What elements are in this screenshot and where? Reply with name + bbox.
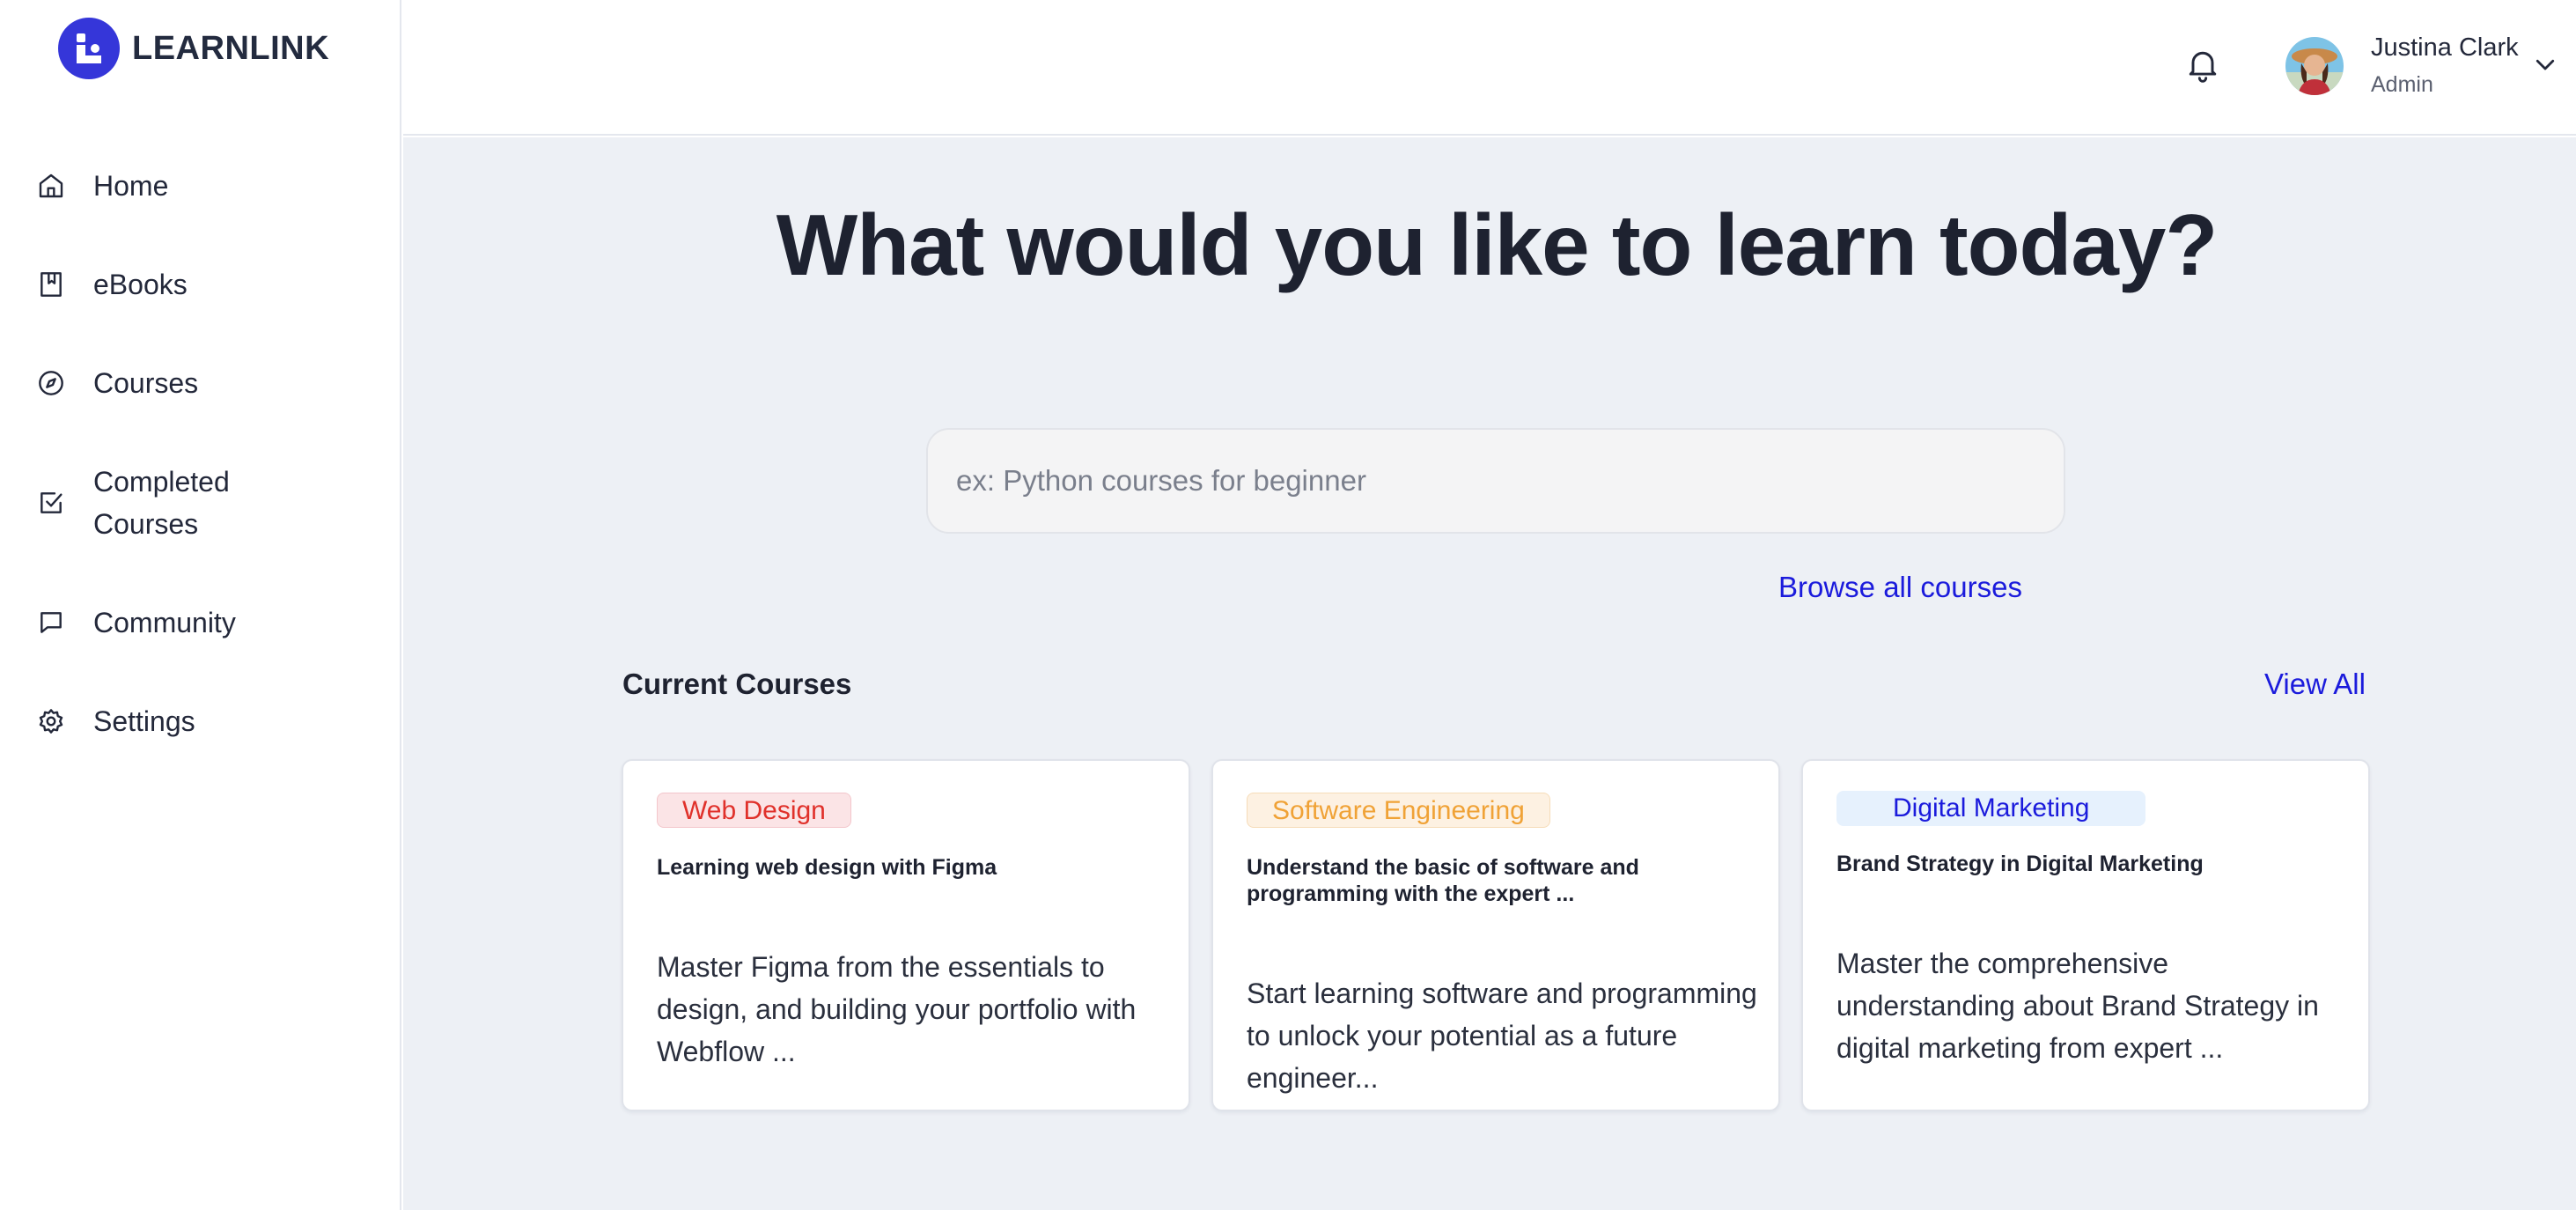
chevron-down-icon[interactable] bbox=[2532, 51, 2558, 77]
sidebar-item-label: Home bbox=[93, 170, 169, 202]
page-title: What would you like to learn today? bbox=[776, 196, 2219, 293]
sidebar-item-completed-courses[interactable]: Completed Courses bbox=[35, 461, 299, 545]
sidebar-item-home[interactable]: Home bbox=[35, 165, 387, 207]
avatar[interactable] bbox=[2285, 37, 2344, 95]
logo-icon bbox=[58, 18, 120, 79]
course-card[interactable]: Web Design Learning web design with Figm… bbox=[622, 759, 1190, 1111]
sidebar-item-label: eBooks bbox=[93, 269, 188, 300]
sidebar-item-settings[interactable]: Settings bbox=[35, 700, 387, 742]
view-all-link[interactable]: View All bbox=[2264, 668, 2366, 701]
browse-all-courses-link[interactable]: Browse all courses bbox=[1778, 571, 2022, 604]
course-category-badge: Web Design bbox=[657, 793, 851, 828]
home-icon bbox=[35, 170, 67, 202]
sidebar: LEARNLINK Home eBooks Courses Completed … bbox=[0, 0, 401, 1210]
sidebar-item-label: Settings bbox=[93, 705, 195, 737]
logo-text: LEARNLINK bbox=[132, 29, 330, 67]
top-bar bbox=[403, 0, 2576, 136]
sidebar-item-courses[interactable]: Courses bbox=[35, 362, 387, 404]
sidebar-item-label: Completed Courses bbox=[93, 466, 230, 540]
course-title: Learning web design with Figma bbox=[657, 855, 997, 880]
message-square-icon bbox=[35, 607, 67, 638]
main-content: What would you like to learn today? Brow… bbox=[403, 137, 2576, 1210]
section-title: Current Courses bbox=[622, 668, 852, 700]
course-title: Brand Strategy in Digital Marketing bbox=[1836, 852, 2204, 876]
sidebar-item-ebooks[interactable]: eBooks bbox=[35, 263, 387, 306]
course-description: Master Figma from the essentials to desi… bbox=[657, 951, 1137, 1067]
course-card[interactable]: Digital Marketing Brand Strategy in Digi… bbox=[1801, 759, 2370, 1111]
course-title: Understand the basic of software and pro… bbox=[1247, 855, 1639, 906]
sidebar-item-label: Courses bbox=[93, 367, 199, 399]
course-category-badge: Digital Marketing bbox=[1836, 791, 2146, 826]
course-card[interactable]: Software Engineering Understand the basi… bbox=[1211, 759, 1780, 1111]
search-input[interactable] bbox=[926, 428, 2065, 534]
course-description: Start learning software and programming … bbox=[1247, 978, 1757, 1094]
book-icon bbox=[35, 269, 67, 300]
logo[interactable]: LEARNLINK bbox=[58, 18, 329, 79]
course-description: Master the comprehensive understanding a… bbox=[1836, 948, 2319, 1064]
course-category-badge: Software Engineering bbox=[1247, 793, 1550, 828]
user-role: Admin bbox=[2371, 72, 2433, 97]
check-square-icon bbox=[35, 487, 67, 519]
sidebar-item-community[interactable]: Community bbox=[35, 601, 387, 644]
gear-icon bbox=[35, 705, 67, 737]
compass-icon bbox=[35, 367, 67, 399]
app: LEARNLINK Home eBooks Courses Completed … bbox=[0, 0, 2576, 1210]
notification-bell-icon[interactable] bbox=[2183, 46, 2222, 85]
user-name[interactable]: Justina Clark bbox=[2371, 33, 2519, 63]
sidebar-item-label: Community bbox=[93, 607, 236, 638]
